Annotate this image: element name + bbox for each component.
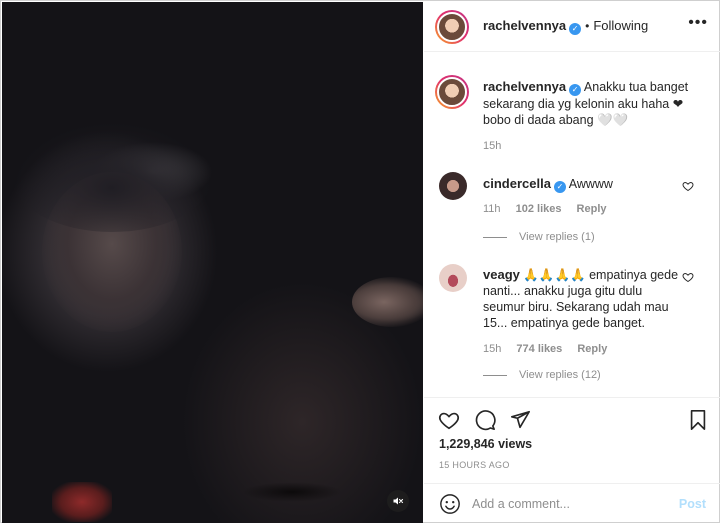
comment-likes[interactable]: 774 likes [516, 343, 562, 355]
comment-meta: 15h 774 likes Reply [483, 343, 683, 355]
comment-avatar[interactable] [439, 264, 467, 292]
video-hair [12, 122, 212, 232]
comment-username[interactable]: veagy [483, 267, 520, 282]
add-comment-bar: Post [424, 483, 720, 523]
mute-button[interactable] [387, 490, 409, 512]
video-hand [352, 277, 423, 327]
view-replies-line [483, 236, 507, 238]
comment-like-heart-icon[interactable] [682, 271, 694, 283]
caption-block: rachelvennya ✓ Anakku tua banget sekarang… [483, 79, 709, 152]
comment-item: cindercella ✓ Awwww 11h 102 likes Reply [483, 176, 683, 215]
view-replies-label[interactable]: View replies (12) [519, 369, 601, 381]
emoji-smiley-icon[interactable] [439, 493, 461, 515]
comment-time[interactable]: 15h [483, 343, 501, 355]
caption-text-block: rachelvennya ✓ Anakku tua banget sekarang… [483, 79, 709, 128]
video-eyebrow [242, 482, 342, 502]
save-bookmark-icon[interactable] [687, 409, 709, 431]
post-sidebar: rachelvennya ✓ • Following ••• rachelvennya… [424, 2, 720, 523]
view-replies-label[interactable]: View replies (1) [519, 231, 595, 243]
header-title: rachelvennya ✓ • Following [483, 18, 648, 35]
comment-item: veagy 🙏🙏🙏🙏 empatinya gede nanti... anakk… [483, 267, 683, 355]
reply-button[interactable]: Reply [577, 203, 607, 215]
caption-avatar[interactable] [435, 75, 469, 109]
comment-avatar[interactable] [439, 172, 467, 200]
caption-meta: 15h [483, 140, 709, 152]
comment-bubble-icon[interactable] [474, 409, 496, 431]
post-modal: rachelvennya ✓ • Following ••• rachelvennya… [0, 0, 720, 523]
author-avatar[interactable] [435, 10, 469, 44]
view-replies-line [483, 374, 507, 376]
video-player[interactable] [2, 2, 423, 523]
comment-like-heart-icon[interactable] [682, 180, 694, 192]
comment-likes[interactable]: 102 likes [516, 203, 562, 215]
comments-list: rachelvennya ✓ Anakku tua banget sekarang… [424, 53, 720, 397]
caption-time[interactable]: 15h [483, 140, 501, 152]
video-red-shirt [52, 482, 112, 522]
verified-badge-icon: ✓ [569, 84, 582, 96]
comment-username[interactable]: cindercella [483, 176, 551, 191]
author-username[interactable]: rachelvennya [483, 18, 566, 33]
reply-button[interactable]: Reply [577, 343, 607, 355]
header-separator: • [585, 19, 590, 33]
like-heart-icon[interactable] [438, 409, 460, 431]
comment-time[interactable]: 11h [483, 203, 501, 215]
share-paper-plane-icon[interactable] [509, 409, 531, 431]
caption-username[interactable]: rachelvennya [483, 79, 566, 94]
comment-text-block: cindercella ✓ Awwww [483, 176, 683, 193]
post-timestamp[interactable]: 15 HOURS AGO [439, 460, 510, 470]
verified-badge-icon: ✓ [553, 181, 566, 193]
verified-badge-icon: ✓ [569, 23, 582, 35]
post-comment-button[interactable]: Post [679, 497, 706, 511]
view-count[interactable]: 1,229,846 views [439, 437, 532, 451]
following-button[interactable]: Following [593, 18, 648, 33]
view-replies-button[interactable]: View replies (1) [483, 231, 595, 243]
speaker-muted-icon [393, 497, 404, 505]
comment-text: Awwww [568, 177, 613, 191]
post-actions: 1,229,846 views 15 HOURS AGO [424, 397, 720, 483]
post-header: rachelvennya ✓ • Following ••• [424, 2, 720, 52]
comment-meta: 11h 102 likes Reply [483, 203, 683, 215]
comment-text-block: veagy 🙏🙏🙏🙏 empatinya gede nanti... anakk… [483, 267, 683, 331]
comment-input[interactable] [472, 494, 672, 514]
view-replies-button[interactable]: View replies (12) [483, 369, 601, 381]
more-horizontal-icon[interactable]: ••• [688, 14, 708, 32]
